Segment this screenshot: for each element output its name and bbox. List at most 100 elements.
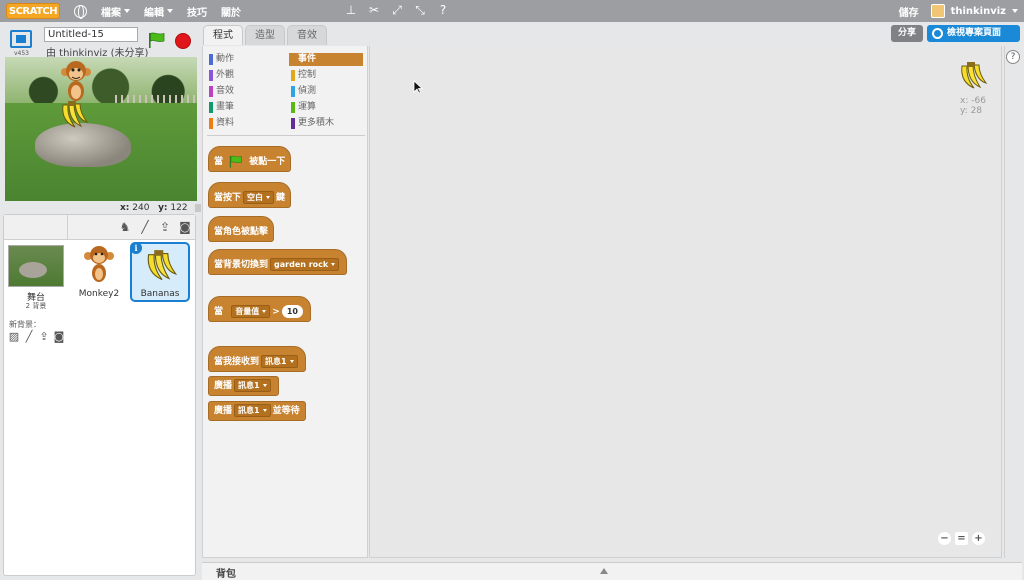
category-events[interactable]: 事件 [289, 53, 363, 66]
editor-tabs: 程式 造型 音效 [203, 25, 327, 45]
paint-brush-icon[interactable]: ╱ [138, 220, 152, 234]
tab-costumes[interactable]: 造型 [245, 25, 285, 45]
category-pen[interactable]: 畫筆 [207, 101, 234, 114]
category-more-blocks[interactable]: 更多積木 [289, 117, 334, 130]
stage-canvas[interactable] [5, 57, 197, 201]
stage-collapse-handle[interactable] [195, 204, 201, 212]
menu-bar: SCRATCH 檔案 編輯 技巧 關於 ⊥ ✂ ⤢ ⤡ ? 儲存 thinkin… [0, 0, 1024, 22]
fullscreen-icon[interactable] [10, 30, 32, 48]
sprite-info-icon[interactable]: i [130, 242, 142, 254]
sprite-tile-monkey2[interactable]: Monkey2 [70, 243, 128, 301]
project-title-input[interactable]: Untitled-15 [44, 27, 138, 42]
backdrop-library-icon[interactable]: ▨ [8, 331, 20, 343]
category-operators[interactable]: 運算 [289, 101, 316, 114]
block-when-sensor-greater[interactable]: 當 音量值 >10 [208, 296, 311, 322]
bananas-sprite[interactable] [59, 99, 89, 131]
toolbar-divider [67, 215, 68, 240]
choose-sprite-library-icon[interactable]: ♞ [118, 220, 132, 234]
category-label: 更多積木 [298, 118, 335, 128]
sprite-tile-bananas[interactable]: i Bananas [130, 242, 190, 302]
category-sensing[interactable]: 偵測 [289, 85, 316, 98]
zoom-in-icon[interactable]: + [972, 532, 985, 545]
language-globe-icon[interactable] [74, 4, 87, 19]
block-palette: 動作 外觀 音效 畫筆 資料 事件 控制 偵測 運算 更多積木 當 被點一下 當… [202, 46, 368, 558]
stage-thumbnail[interactable] [8, 245, 64, 287]
chevron-up-icon[interactable] [600, 568, 608, 574]
menu-about[interactable]: 關於 [221, 4, 241, 19]
zoom-controls: − = + [938, 532, 985, 545]
block-text: 當 [214, 307, 224, 317]
user-menu-chevron-icon[interactable] [1012, 9, 1018, 13]
grow-icon[interactable]: ⤢ [390, 3, 404, 17]
save-button[interactable]: 儲存 [899, 4, 919, 19]
x-label: x: [120, 203, 130, 213]
duplicate-stamp-icon[interactable]: ⊥ [344, 3, 358, 17]
delete-scissors-icon[interactable]: ✂ [367, 3, 381, 17]
category-sound[interactable]: 音效 [207, 85, 234, 98]
block-text: 廣播 [214, 406, 233, 416]
block-text: > [272, 307, 280, 317]
key-dropdown[interactable]: 空白 [243, 191, 275, 204]
help-block-icon[interactable]: ? [436, 3, 450, 17]
backpack-bar[interactable]: 背包 [202, 562, 1022, 580]
green-flag-icon [229, 155, 242, 168]
category-swatch [291, 86, 295, 97]
category-swatch [291, 70, 295, 81]
message-dropdown[interactable]: 訊息1 [234, 379, 271, 392]
category-data[interactable]: 資料 [207, 117, 234, 130]
share-button[interactable]: 分享 [891, 25, 923, 42]
stop-button[interactable] [175, 33, 191, 49]
backdrop-dropdown[interactable]: garden rock [270, 258, 340, 271]
block-text: 當按下 [214, 193, 242, 203]
green-flag-icon[interactable] [148, 32, 166, 48]
stage-backdrop-count: 2 背景 [25, 302, 47, 310]
camera-icon[interactable]: ◙ [178, 220, 192, 234]
help-question-icon[interactable]: ? [1006, 50, 1020, 64]
shrink-icon[interactable]: ⤡ [413, 3, 427, 17]
category-label: 外觀 [216, 70, 235, 80]
menu-tips[interactable]: 技巧 [187, 4, 207, 19]
chevron-down-icon [124, 9, 130, 13]
message-dropdown[interactable]: 訊息1 [261, 355, 298, 368]
zoom-reset-icon[interactable]: = [955, 532, 968, 545]
block-broadcast-and-wait[interactable]: 廣播 訊息1 並等待 [208, 401, 306, 421]
block-broadcast[interactable]: 廣播 訊息1 [208, 376, 279, 396]
category-separator [207, 135, 365, 136]
user-avatar[interactable] [930, 4, 945, 18]
category-looks[interactable]: 外觀 [207, 69, 234, 82]
backdrop-camera-icon[interactable]: ◙ [53, 331, 65, 343]
menu-edit[interactable]: 編輯 [144, 4, 173, 19]
category-label: 畫筆 [216, 102, 235, 112]
version-label: v453 [14, 50, 30, 57]
zoom-out-icon[interactable]: − [938, 532, 951, 545]
tab-scripts[interactable]: 程式 [203, 25, 243, 45]
sprite-tools: ⊥ ✂ ⤢ ⤡ ? [344, 3, 450, 17]
scratch-logo[interactable]: SCRATCH [6, 3, 60, 19]
stage-header: v453 Untitled-15 由 thinkinviz (未分享) [0, 22, 200, 59]
category-control[interactable]: 控制 [289, 69, 316, 82]
see-project-page-button[interactable]: 檢視專案頁面 [927, 25, 1020, 42]
y-label: y: [158, 203, 168, 213]
block-when-receive[interactable]: 當我接收到 訊息1 [208, 346, 306, 372]
scripts-area[interactable] [369, 46, 1002, 558]
upload-icon[interactable]: ⇪ [158, 220, 172, 234]
tab-sounds[interactable]: 音效 [287, 25, 327, 45]
block-when-backdrop-switches[interactable]: 當背景切換到 garden rock [208, 249, 348, 275]
message-dropdown[interactable]: 訊息1 [234, 404, 271, 417]
backpack-label: 背包 [216, 569, 236, 580]
see-project-page-label: 檢視專案頁面 [947, 28, 1002, 38]
block-text: 並等待 [272, 406, 300, 416]
threshold-input[interactable]: 10 [281, 305, 303, 318]
block-when-sprite-clicked[interactable]: 當角色被點擊 [208, 216, 275, 242]
sensor-dropdown[interactable]: 音量值 [231, 305, 271, 318]
category-motion[interactable]: 動作 [207, 53, 234, 66]
backdrop-upload-icon[interactable]: ⇪ [38, 331, 50, 343]
block-when-flag-clicked[interactable]: 當 被點一下 [208, 146, 292, 172]
block-when-key-pressed[interactable]: 當按下 空白鍵 [208, 182, 292, 208]
sprite-pane: ♞ ╱ ⇪ ◙ 舞台 2 背景 新背景： ▨ ╱ ⇪ ◙ Monkey2 i B… [3, 214, 196, 576]
username[interactable]: thinkinviz [951, 6, 1006, 17]
bananas-thumbnail [147, 250, 178, 281]
menu-file[interactable]: 檔案 [101, 4, 130, 19]
backdrop-paint-icon[interactable]: ╱ [23, 331, 35, 343]
block-text: 當背景切換到 [214, 260, 269, 270]
